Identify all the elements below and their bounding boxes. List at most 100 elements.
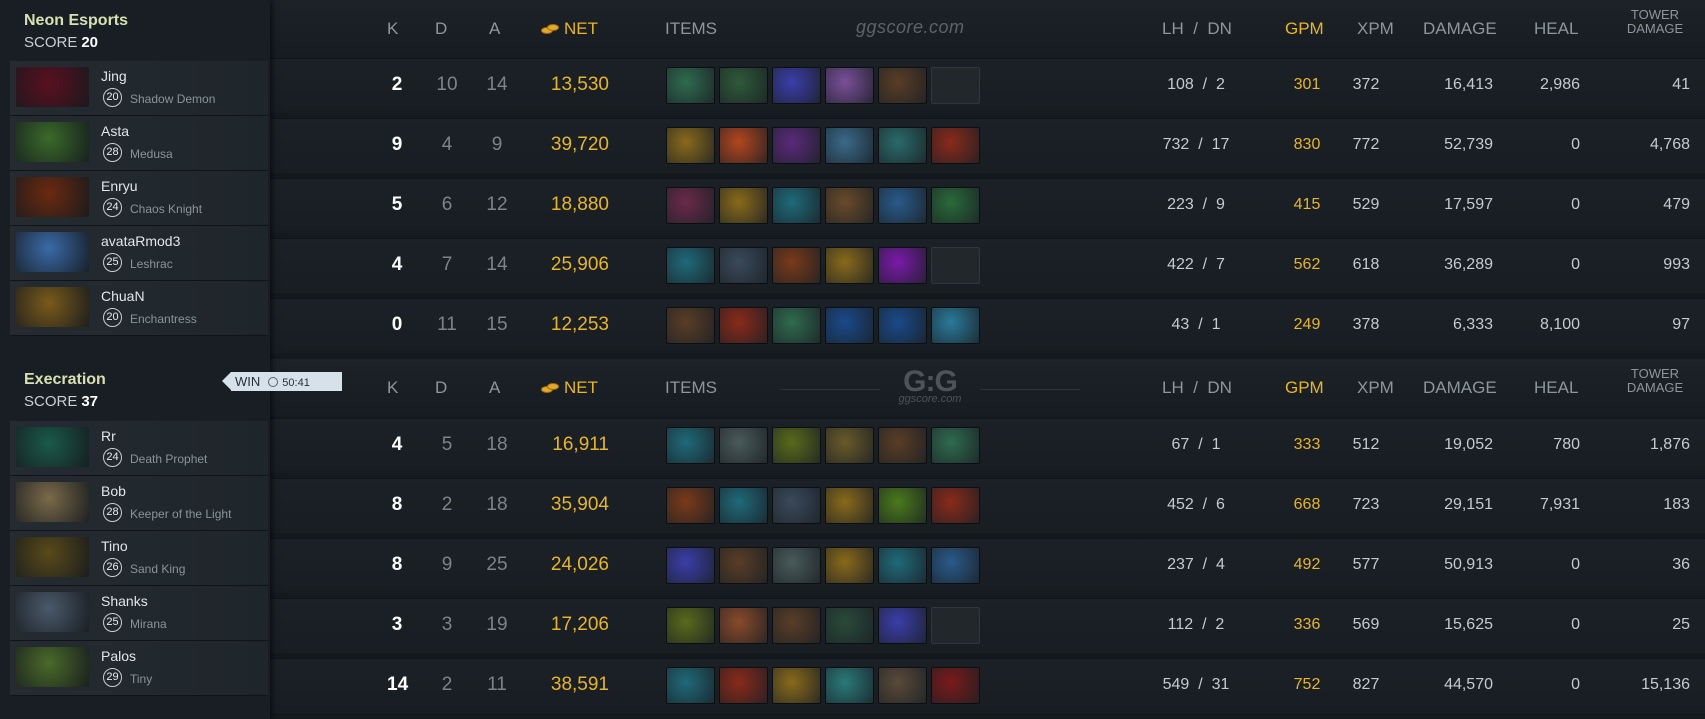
player-card[interactable]: Enryu 24 Chaos Knight [10, 171, 268, 226]
blue-blade-item-icon[interactable] [878, 607, 927, 644]
dragon-item-icon[interactable] [719, 667, 768, 704]
table-row[interactable]: 14 2 11 38,591 549 / 31 752 827 44,570 0 15,136 [270, 658, 1705, 713]
gold-mech-item-icon[interactable] [825, 427, 874, 464]
globe-item-icon[interactable] [878, 187, 927, 224]
red-claw-item-icon[interactable] [931, 487, 980, 524]
red-shield-item-icon[interactable] [719, 307, 768, 344]
table-row[interactable]: 0 11 15 12,253 43 / 1 249 378 6,333 8,100 97 [270, 298, 1705, 353]
empty-slot[interactable] [931, 67, 980, 104]
col-tower-damage: TOWER DAMAGE [1626, 366, 1684, 395]
staff-item-icon[interactable] [719, 67, 768, 104]
table-row[interactable]: 4 7 14 25,906 422 / 7 562 618 36,289 0 993 [270, 238, 1705, 293]
gold-helm-item-icon[interactable] [719, 187, 768, 224]
kills-value: 14 [387, 674, 409, 695]
blue-egg-item-icon[interactable] [931, 307, 980, 344]
hero-name: Sand King [130, 562, 186, 576]
player-card[interactable]: Tino 26 Sand King [10, 531, 268, 586]
gold-orb-item-icon[interactable] [825, 67, 874, 104]
pink-rune-item-icon[interactable] [666, 187, 715, 224]
player-card[interactable]: Asta 28 Medusa [10, 116, 268, 171]
blue-axe-item-icon[interactable] [719, 487, 768, 524]
empty-slot[interactable] [931, 607, 980, 644]
boots-item-icon[interactable] [666, 307, 715, 344]
table-row[interactable]: 2 10 14 13,530 108 / 2 301 372 16,413 2,986 41 [270, 58, 1705, 113]
ggscore-watermark: ggscore.com [856, 17, 965, 37]
hero-level: 29 [103, 668, 122, 687]
green-gem-item-icon[interactable] [825, 607, 874, 644]
green-swirl-item-icon[interactable] [931, 187, 980, 224]
white-blade-item-icon[interactable] [772, 547, 821, 584]
table-row[interactable]: 5 6 12 18,880 223 / 9 415 529 17,597 0 479 [270, 178, 1705, 233]
blue-axe-item-icon[interactable] [666, 667, 715, 704]
item-slots [666, 127, 984, 167]
table-row[interactable]: 8 9 25 24,026 237 / 4 492 577 50,913 0 36 [270, 538, 1705, 593]
cloak-item-icon[interactable] [666, 487, 715, 524]
crossed-blades-item-icon[interactable] [719, 127, 768, 164]
boots-item-icon[interactable] [878, 427, 927, 464]
round-shield-item-icon[interactable] [719, 607, 768, 644]
mask-item-icon[interactable] [772, 487, 821, 524]
table-row[interactable]: 4 5 18 16,911 67 / 1 333 512 19,052 780 1,876 [270, 418, 1705, 473]
player-name: Enryu [101, 178, 138, 194]
col-damage: DAMAGE [1423, 19, 1497, 38]
table-row[interactable]: 9 4 9 39,720 732 / 17 830 772 52,739 0 4,768 [270, 118, 1705, 173]
damage-value: 15,625 [1444, 616, 1493, 633]
gold-helm-item-icon[interactable] [666, 127, 715, 164]
table-row[interactable]: 3 3 19 17,206 112 / 2 336 569 15,625 0 25 [270, 598, 1705, 653]
player-card[interactable]: Shanks 25 Mirana [10, 586, 268, 641]
blue-axe-item-icon[interactable] [772, 187, 821, 224]
globe-item-icon[interactable] [931, 547, 980, 584]
gold-helm-item-icon[interactable] [772, 667, 821, 704]
red-scythe-item-icon[interactable] [931, 667, 980, 704]
armor-item-icon[interactable] [825, 667, 874, 704]
col-heal: HEAL [1534, 19, 1579, 38]
hero-name: Enchantress [130, 312, 197, 326]
player-card[interactable]: Bob 28 Keeper of the Light [10, 476, 268, 531]
dragon-item-icon[interactable] [931, 127, 980, 164]
item-slots [666, 487, 984, 527]
table-row[interactable]: 8 2 18 35,904 452 / 6 668 723 29,151 7,931 183 [270, 478, 1705, 533]
lh-dn-value: 43 / 1 [1171, 316, 1221, 333]
axe-item-icon[interactable] [666, 67, 715, 104]
item-slots [666, 607, 984, 647]
axe-item-icon[interactable] [931, 427, 980, 464]
white-blade-item-icon[interactable] [719, 427, 768, 464]
blue-blade-item-icon[interactable] [666, 547, 715, 584]
trident-item-icon[interactable] [772, 427, 821, 464]
deaths-value: 3 [441, 614, 453, 635]
blue-axe-item-icon[interactable] [878, 547, 927, 584]
purple-claw-item-icon[interactable] [772, 127, 821, 164]
empty-slot[interactable] [931, 247, 980, 284]
xpm-value: 512 [1352, 436, 1380, 453]
boots-item-icon[interactable] [825, 187, 874, 224]
item-slots [666, 307, 984, 347]
gold-helm-item-icon[interactable] [825, 247, 874, 284]
mango-item-icon[interactable] [878, 307, 927, 344]
mango-item-icon[interactable] [825, 307, 874, 344]
orb-item-icon[interactable] [878, 127, 927, 164]
player-card[interactable]: Palos 29 Tiny [10, 641, 268, 696]
boots-item-icon[interactable] [878, 67, 927, 104]
mask-item-icon[interactable] [719, 247, 768, 284]
axe-item-icon[interactable] [772, 307, 821, 344]
white-blade-item-icon[interactable] [878, 667, 927, 704]
player-name: ChuaN [101, 288, 145, 304]
blue-axe-item-icon[interactable] [666, 247, 715, 284]
blue-axe-item-icon[interactable] [666, 427, 715, 464]
blue-blade-item-icon[interactable] [772, 67, 821, 104]
moon-item-icon[interactable] [825, 127, 874, 164]
trident-item-icon[interactable] [666, 607, 715, 644]
player-card[interactable]: Jing 20 Shadow Demon [10, 61, 268, 116]
player-card[interactable]: Rr 24 Death Prophet [10, 421, 268, 476]
purple-sword-item-icon[interactable] [878, 247, 927, 284]
gold-helm-item-icon[interactable] [825, 547, 874, 584]
gpm-value: 333 [1293, 436, 1321, 453]
cloak-item-icon[interactable] [772, 247, 821, 284]
gold-helm-item-icon[interactable] [825, 487, 874, 524]
player-card[interactable]: avataRmod3 25 Leshrac [10, 226, 268, 281]
player-card[interactable]: ChuaN 20 Enchantress [10, 281, 268, 336]
col-net: NET [541, 19, 598, 39]
boots-item-icon[interactable] [772, 607, 821, 644]
green-sword-item-icon[interactable] [878, 487, 927, 524]
boots-item-icon[interactable] [719, 547, 768, 584]
